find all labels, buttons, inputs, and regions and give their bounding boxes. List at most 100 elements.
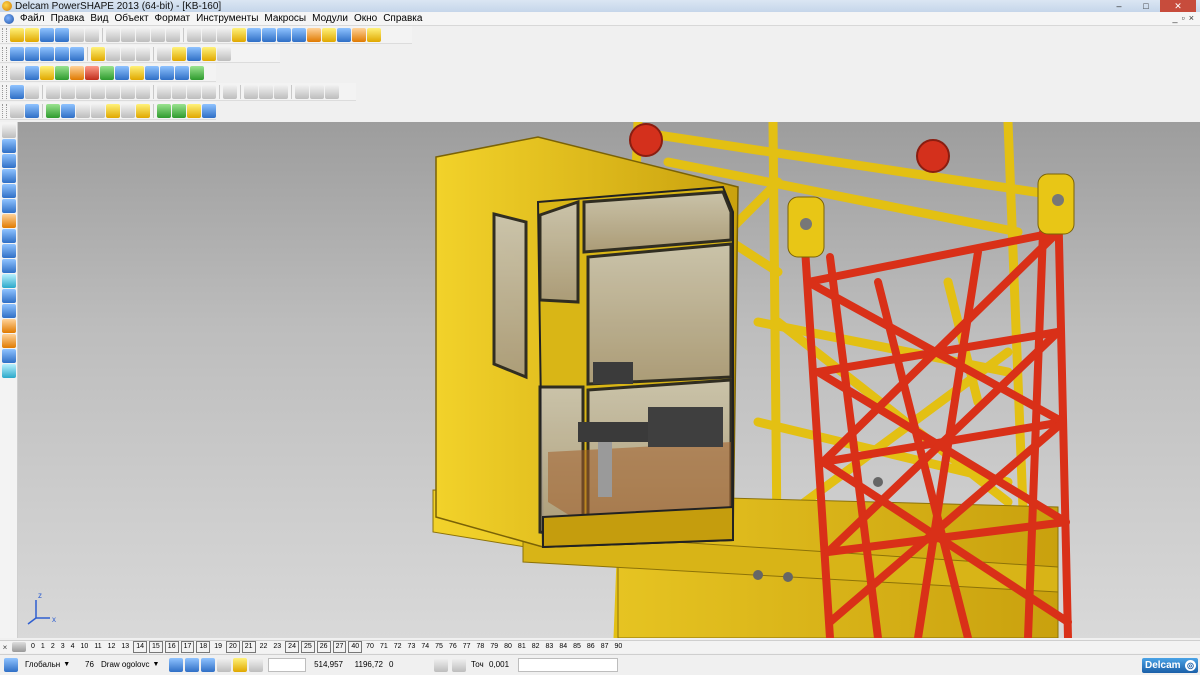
save-icon[interactable] [55,27,69,42]
material-icon[interactable] [202,46,216,61]
level-button[interactable]: 79 [487,642,501,652]
open-recent-icon[interactable] [40,27,54,42]
menu-object[interactable]: Объект [111,12,151,26]
feature-icon[interactable] [10,84,24,99]
circle-select-icon[interactable] [277,27,291,42]
tolerance-icon[interactable] [452,658,466,672]
maximize-button[interactable]: □ [1133,0,1159,12]
level-button[interactable]: 11 [91,642,104,652]
extrude-icon[interactable] [46,84,60,99]
level-button[interactable]: 2 [48,642,58,652]
tolerance-value[interactable]: 0,001 [486,658,516,672]
workplane-select[interactable]: Глобальн ▼ [22,658,82,672]
frame-icon[interactable] [145,65,159,80]
level-button[interactable]: 76 [446,642,460,652]
mdi-restore-button[interactable]: ▫ [1182,13,1185,23]
user-icon[interactable] [217,46,231,61]
workplane-icon[interactable] [1,154,16,168]
material-tool-icon[interactable] [1,319,16,333]
info-icon[interactable] [160,65,174,80]
level-button[interactable]: 26 [316,641,331,653]
history-icon[interactable] [310,84,324,99]
open-file-icon[interactable] [25,27,39,42]
document-icon[interactable] [4,13,14,24]
model-icon[interactable] [40,65,54,80]
toolbar-grip[interactable] [2,84,7,99]
solid-box-icon[interactable] [25,84,39,99]
shell-icon[interactable] [136,84,150,99]
level-button[interactable]: 82 [529,642,543,652]
level-button[interactable]: 75 [432,642,446,652]
level-button[interactable]: 78 [474,642,488,652]
snap4-icon[interactable] [217,658,231,672]
import-icon[interactable] [85,27,99,42]
solid-tool-icon[interactable] [1,229,16,243]
analysis-icon[interactable] [1,364,16,378]
level-button[interactable]: 74 [418,642,432,652]
offset-icon[interactable] [172,103,186,118]
level-icon[interactable] [10,65,24,80]
mdi-close-button[interactable]: × [1189,13,1194,23]
level-button[interactable]: 70 [363,642,377,652]
tools-icon[interactable] [367,27,381,42]
select-icon[interactable] [232,27,246,42]
lamp-icon[interactable] [1,334,16,348]
view-top-icon[interactable] [10,46,24,61]
delete-icon[interactable] [166,27,180,42]
level-button[interactable]: 87 [598,642,612,652]
wireframe-view-icon[interactable] [337,27,351,42]
level-button[interactable]: 19 [211,642,225,652]
sphere-icon[interactable] [85,65,99,80]
primitive-icon[interactable] [46,103,60,118]
level-button[interactable]: 12 [105,642,119,652]
lasso-select-icon[interactable] [247,27,261,42]
redo-list-icon[interactable] [217,27,231,42]
app-icon[interactable] [2,1,12,11]
copy-icon[interactable] [121,27,135,42]
menu-format[interactable]: Формат [152,12,194,26]
symbol-icon[interactable] [1,289,16,303]
menu-modules[interactable]: Модули [309,12,351,26]
level-button[interactable]: 24 [285,641,299,653]
menu-macros[interactable]: Макросы [261,12,309,26]
line-icon[interactable] [1,169,16,183]
new-file-icon[interactable] [10,27,24,42]
repair-icon[interactable] [325,84,339,99]
rotate-icon[interactable] [157,46,171,61]
fill-icon[interactable] [202,103,216,118]
grid-status-icon[interactable] [249,658,263,672]
split-icon[interactable] [202,84,216,99]
fillet-icon[interactable] [106,84,120,99]
loft-icon[interactable] [91,84,105,99]
surface-icon[interactable] [55,65,69,80]
level-button[interactable]: 86 [584,642,598,652]
level-button[interactable]: 13 [118,642,132,652]
plane-icon[interactable] [106,103,120,118]
level-button[interactable]: 18 [196,641,211,653]
level-button[interactable]: 85 [570,642,584,652]
pattern-icon[interactable] [244,84,258,99]
level-button[interactable]: 73 [405,642,419,652]
snap3-icon[interactable] [201,658,215,672]
level-button[interactable]: 16 [164,641,179,653]
principal-plane-icon[interactable] [233,658,247,672]
assembly-icon[interactable] [190,65,204,80]
level-button[interactable]: 21 [241,641,256,653]
general-edits-icon[interactable] [1,139,16,153]
level-button[interactable]: 90 [612,642,626,652]
curve-icon[interactable] [292,27,306,42]
graphics-viewport[interactable]: x z [18,122,1200,638]
boolean-add-icon[interactable] [157,84,171,99]
wand-icon[interactable] [307,27,321,42]
level-button[interactable]: 81 [515,642,529,652]
toolbar-grip[interactable] [2,46,7,61]
menu-file[interactable]: Файл [17,12,48,26]
render-icon[interactable] [352,27,366,42]
level-button[interactable]: 17 [180,641,195,653]
cut-icon[interactable] [106,27,120,42]
view-iso2-icon[interactable] [70,46,84,61]
level-button[interactable]: 25 [300,641,315,653]
trim-icon[interactable] [25,103,39,118]
level-button[interactable]: 10 [78,642,92,652]
level-button[interactable]: 23 [270,642,284,652]
